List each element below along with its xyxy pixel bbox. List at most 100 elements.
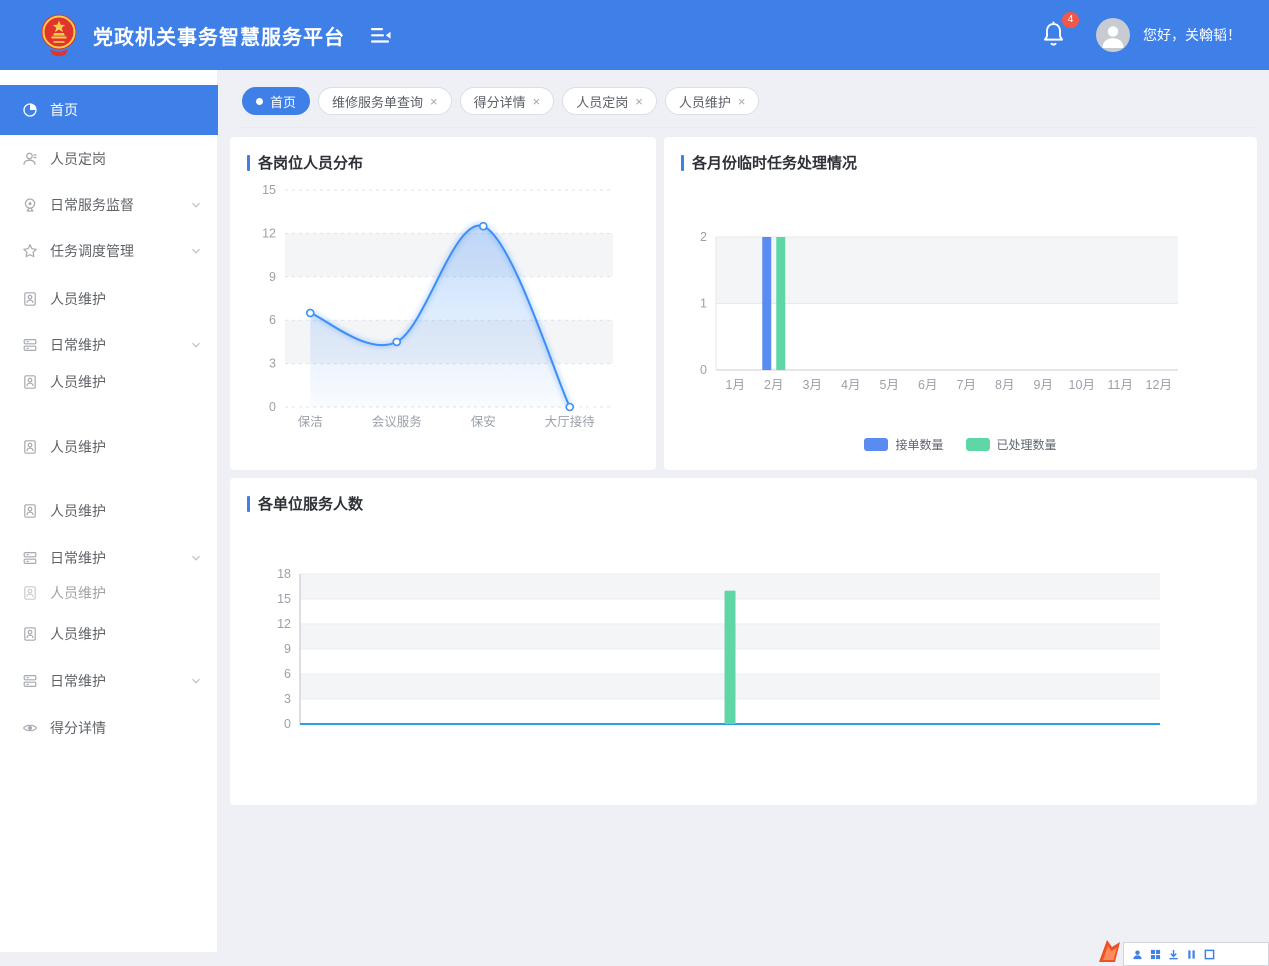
- card-unit-service-count: 各单位服务人数 0369121518: [230, 478, 1257, 805]
- national-emblem-logo: [36, 11, 82, 59]
- user-doc-icon: [22, 374, 38, 390]
- tab-2[interactable]: 维修服务单查询 ×: [318, 87, 452, 115]
- sidebar-item-1[interactable]: 首页: [0, 85, 218, 135]
- download-tool-icon[interactable]: [1168, 949, 1179, 960]
- user-tool-icon[interactable]: [1132, 949, 1143, 960]
- tab-label: 人员维护: [679, 92, 731, 111]
- menu-fold-icon: [371, 27, 391, 44]
- svg-text:12: 12: [262, 226, 276, 240]
- title-accent-bar: [681, 155, 684, 171]
- sidebar-item-11[interactable]: 人员维护: [0, 582, 218, 603]
- sidebar-item-3[interactable]: 日常服务监督: [0, 185, 218, 225]
- main-content: 首页维修服务单查询×得分详情×人员定岗×人员维护× 各岗位人员分布 036912…: [218, 70, 1269, 952]
- list-icon: [22, 673, 38, 689]
- sidebar-item-5[interactable]: 人员维护: [0, 279, 218, 319]
- sidebar-item-4[interactable]: 任务调度管理: [0, 231, 218, 271]
- tab-4[interactable]: 人员定岗 ×: [562, 87, 657, 115]
- svg-text:15: 15: [262, 183, 276, 197]
- svg-text:15: 15: [277, 592, 291, 606]
- grid-tool-icon[interactable]: [1150, 949, 1161, 960]
- sidebar-item-14[interactable]: 得分详情: [0, 708, 218, 748]
- list-icon: [22, 550, 38, 566]
- user-avatar[interactable]: [1096, 18, 1130, 52]
- svg-text:4月: 4月: [841, 378, 860, 392]
- title-accent-bar: [247, 155, 250, 171]
- svg-text:3: 3: [284, 692, 291, 706]
- svg-text:0: 0: [269, 400, 276, 414]
- svg-text:11月: 11月: [1108, 378, 1133, 392]
- list-icon: [22, 337, 38, 353]
- sidebar-item-10[interactable]: 日常维护: [0, 538, 218, 578]
- window-tool-icon[interactable]: [1204, 949, 1215, 960]
- tab-1[interactable]: 首页: [242, 87, 310, 115]
- sidebar-item-label: 日常服务监督: [50, 195, 134, 215]
- sidebar-item-6[interactable]: 日常维护: [0, 325, 218, 365]
- svg-text:2月: 2月: [764, 378, 783, 392]
- svg-text:9: 9: [269, 270, 276, 284]
- chevron-down-icon: [190, 552, 202, 564]
- tab-label: 得分详情: [474, 92, 526, 111]
- sidebar: 首页人员定岗日常服务监督任务调度管理人员维护日常维护人员维护人员维护人员维护日常…: [0, 70, 218, 952]
- sidebar-item-label: 任务调度管理: [50, 241, 134, 261]
- tab-5[interactable]: 人员维护 ×: [665, 87, 760, 115]
- svg-text:12: 12: [277, 617, 291, 631]
- svg-text:7月: 7月: [957, 378, 976, 392]
- sidebar-item-12[interactable]: 人员维护: [0, 614, 218, 654]
- chart-title: 各岗位人员分布: [258, 152, 363, 173]
- sidebar-item-7[interactable]: 人员维护: [0, 362, 218, 402]
- toolbar-logo-icon: [1096, 938, 1123, 964]
- tab-label: 人员定岗: [576, 92, 628, 111]
- legend-item-2[interactable]: 已处理数量: [966, 436, 1057, 453]
- svg-text:6月: 6月: [918, 378, 937, 392]
- legend-swatch: [966, 438, 990, 451]
- chevron-down-icon: [190, 245, 202, 257]
- dashboard-icon: [22, 102, 38, 118]
- unit-service-bar-chart: 0369121518: [230, 478, 1257, 805]
- user-doc-icon: [22, 626, 38, 642]
- tab-close-icon[interactable]: ×: [635, 95, 643, 108]
- sidebar-item-label: 人员维护: [50, 624, 106, 644]
- app-header: 党政机关事务智慧服务平台 4 您好，关翰韬！: [0, 0, 1269, 70]
- svg-text:1: 1: [700, 297, 707, 311]
- notification-bell[interactable]: 4: [1040, 19, 1070, 51]
- app-title: 党政机关事务智慧服务平台: [93, 21, 345, 50]
- sidebar-item-label: 人员维护: [50, 372, 106, 392]
- sidebar-item-9[interactable]: 人员维护: [0, 491, 218, 531]
- sidebar-item-2[interactable]: 人员定岗: [0, 139, 218, 179]
- legend-swatch: [864, 438, 888, 451]
- star-icon: [22, 243, 38, 259]
- card-position-distribution: 各岗位人员分布 03691215保洁会议服务保安大厅接待: [230, 137, 656, 470]
- floating-toolbar[interactable]: [1096, 938, 1269, 964]
- svg-text:保洁: 保洁: [298, 415, 323, 429]
- tab-close-icon[interactable]: ×: [533, 95, 541, 108]
- svg-text:3月: 3月: [803, 378, 822, 392]
- sidebar-item-label: 日常维护: [50, 671, 106, 691]
- sidebar-item-label: 人员维护: [50, 289, 106, 309]
- sidebar-item-8[interactable]: 人员维护: [0, 427, 218, 467]
- eye-icon: [22, 720, 38, 736]
- card-title-bar: 各岗位人员分布: [247, 152, 363, 173]
- tab-bar: 首页 维修服务单查询 × 得分详情 × 人员定岗 × 人员维护 ×: [242, 87, 1257, 128]
- legend-item-1[interactable]: 接单数量: [864, 436, 943, 453]
- title-accent-bar: [247, 496, 250, 512]
- user-doc-icon: [22, 439, 38, 455]
- active-tab-dot: [256, 98, 263, 105]
- sidebar-item-label: 人员维护: [50, 501, 106, 521]
- user-greeting: 您好，关翰韬！: [1143, 25, 1241, 45]
- svg-text:9: 9: [284, 642, 291, 656]
- person-icon: [1096, 18, 1130, 52]
- sidebar-item-label: 人员维护: [50, 583, 106, 603]
- chevron-down-icon: [190, 199, 202, 211]
- tab-close-icon[interactable]: ×: [430, 95, 438, 108]
- sidebar-item-13[interactable]: 日常维护: [0, 661, 218, 701]
- svg-text:9月: 9月: [1034, 378, 1053, 392]
- menu-collapse-button[interactable]: [367, 23, 395, 48]
- legend-label: 接单数量: [895, 436, 943, 453]
- pause-tool-icon[interactable]: [1186, 949, 1197, 960]
- svg-text:10月: 10月: [1069, 378, 1095, 392]
- tab-3[interactable]: 得分详情 ×: [460, 87, 555, 115]
- svg-text:6: 6: [269, 313, 276, 327]
- svg-text:6: 6: [284, 667, 291, 681]
- tab-close-icon[interactable]: ×: [738, 95, 746, 108]
- tab-label: 维修服务单查询: [332, 92, 423, 111]
